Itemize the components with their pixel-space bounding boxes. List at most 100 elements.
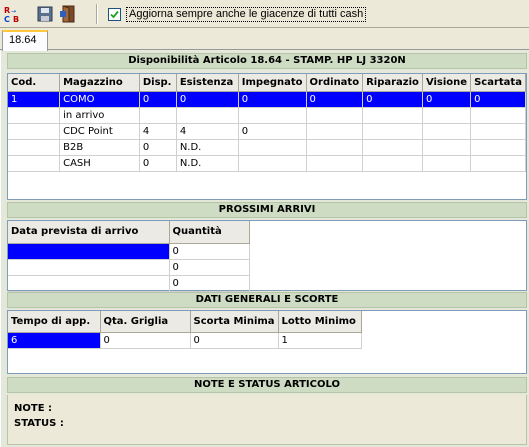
- col-header[interactable]: Visione: [422, 74, 472, 92]
- cell[interactable]: 0: [139, 155, 177, 172]
- col-header[interactable]: Impegnato: [238, 74, 307, 92]
- cell[interactable]: 0: [176, 91, 239, 108]
- col-header[interactable]: Tempo di app.: [8, 311, 101, 333]
- cell[interactable]: [362, 107, 423, 124]
- cell[interactable]: 0: [169, 259, 250, 276]
- note-area: NOTE : STATUS :: [7, 395, 527, 445]
- table-row[interactable]: CASH 0 N.D.: [8, 155, 526, 172]
- arrivi-header-row: Data prevista di arrivo Quantità: [8, 221, 250, 244]
- cell[interactable]: 0: [470, 91, 526, 108]
- cell[interactable]: [362, 139, 423, 156]
- cell[interactable]: 1: [278, 332, 362, 349]
- cell[interactable]: 0: [139, 139, 177, 156]
- cell[interactable]: 0: [422, 91, 472, 108]
- toolbar: R → C B Aggiorna sempre anche le giacenz…: [0, 0, 529, 28]
- scorte-grid[interactable]: Tempo di app. Qta. Griglia Scorta Minima…: [7, 310, 527, 374]
- cell[interactable]: 4: [139, 123, 177, 140]
- table-row[interactable]: 6 0 0 1: [8, 332, 362, 349]
- cell[interactable]: [8, 275, 170, 292]
- col-header[interactable]: Ordinato: [306, 74, 364, 92]
- svg-text:B: B: [13, 15, 19, 24]
- cell[interactable]: [238, 139, 307, 156]
- aggiorna-checkbox[interactable]: [108, 8, 121, 21]
- table-row[interactable]: in arrivo: [8, 107, 526, 124]
- cell[interactable]: [8, 123, 61, 140]
- scorte-header-row: Tempo di app. Qta. Griglia Scorta Minima…: [8, 311, 362, 333]
- exit-door-icon: [60, 5, 75, 23]
- cell[interactable]: [238, 107, 307, 124]
- cell[interactable]: [8, 243, 170, 260]
- col-header[interactable]: Lotto Minimo: [278, 311, 362, 333]
- cell[interactable]: [470, 139, 526, 156]
- table-row[interactable]: 0: [8, 259, 250, 276]
- cell[interactable]: 0: [169, 243, 250, 260]
- disponibilita-header-row: Cod. Magazzino Disp. Esistenza Impegnato…: [8, 74, 526, 92]
- cell[interactable]: 0: [306, 91, 364, 108]
- cell[interactable]: 0: [139, 91, 177, 108]
- cell[interactable]: [306, 155, 364, 172]
- tab-strip: 18.64: [0, 29, 529, 51]
- cell[interactable]: [422, 155, 472, 172]
- cell[interactable]: 0: [190, 332, 279, 349]
- col-header[interactable]: Scartata: [470, 74, 526, 92]
- cell[interactable]: 0: [169, 275, 250, 292]
- col-header[interactable]: Riparazio: [362, 74, 423, 92]
- cell[interactable]: N.D.: [176, 139, 239, 156]
- cell[interactable]: N.D.: [176, 155, 239, 172]
- cell[interactable]: CASH: [59, 155, 140, 172]
- cell[interactable]: B2B: [59, 139, 140, 156]
- arrivi-grid[interactable]: Data prevista di arrivo Quantità 0 0 0: [7, 220, 527, 292]
- cell[interactable]: [8, 155, 61, 172]
- cell[interactable]: [422, 123, 472, 140]
- disponibilita-grid[interactable]: Cod. Magazzino Disp. Esistenza Impegnato…: [7, 73, 527, 200]
- cell[interactable]: [422, 107, 472, 124]
- cell[interactable]: 0: [238, 123, 307, 140]
- svg-text:R: R: [4, 6, 10, 15]
- cell[interactable]: 0: [100, 332, 191, 349]
- cell[interactable]: 1: [8, 91, 61, 108]
- cell[interactable]: [422, 139, 472, 156]
- aggiorna-checkbox-row[interactable]: Aggiorna sempre anche le giacenze di tut…: [108, 7, 367, 22]
- cell[interactable]: COMO: [59, 91, 140, 108]
- table-row[interactable]: B2B 0 N.D.: [8, 139, 526, 156]
- cell[interactable]: [470, 123, 526, 140]
- col-header[interactable]: Magazzino: [59, 74, 140, 92]
- cell[interactable]: [362, 155, 423, 172]
- cell[interactable]: [306, 139, 364, 156]
- table-row[interactable]: 0: [8, 275, 250, 292]
- save-button[interactable]: [35, 4, 55, 24]
- cell[interactable]: [362, 123, 423, 140]
- cell[interactable]: [8, 107, 61, 124]
- table-row[interactable]: CDC Point 4 4 0: [8, 123, 526, 140]
- cell[interactable]: [306, 107, 364, 124]
- cell[interactable]: [139, 107, 177, 124]
- col-header[interactable]: Cod.: [8, 74, 61, 92]
- cell[interactable]: CDC Point: [59, 123, 140, 140]
- exit-button[interactable]: [58, 4, 78, 24]
- col-header[interactable]: Disp.: [139, 74, 177, 92]
- cell[interactable]: [238, 155, 307, 172]
- cell[interactable]: [8, 259, 170, 276]
- table-row[interactable]: 0: [8, 243, 250, 260]
- cell[interactable]: [306, 123, 364, 140]
- rcb-logo-button[interactable]: R → C B: [3, 4, 23, 24]
- cell[interactable]: [470, 107, 526, 124]
- cell[interactable]: [176, 107, 239, 124]
- col-header[interactable]: Quantità: [169, 221, 250, 244]
- tab-article[interactable]: 18.64: [2, 30, 48, 51]
- col-header[interactable]: Esistenza: [176, 74, 239, 92]
- col-header[interactable]: Qta. Griglia: [100, 311, 191, 333]
- cell[interactable]: [470, 155, 526, 172]
- svg-text:C: C: [4, 15, 10, 24]
- svg-text:→: →: [11, 8, 16, 15]
- table-row[interactable]: 1 COMO 0 0 0 0 0 0 0: [8, 91, 526, 108]
- aggiorna-checkbox-label[interactable]: Aggiorna sempre anche le giacenze di tut…: [126, 7, 367, 22]
- cell[interactable]: in arrivo: [59, 107, 140, 124]
- cell[interactable]: [8, 139, 61, 156]
- col-header[interactable]: Data prevista di arrivo: [8, 221, 170, 244]
- cell[interactable]: 0: [362, 91, 423, 108]
- col-header[interactable]: Scorta Minima: [190, 311, 279, 333]
- cell[interactable]: 0: [238, 91, 307, 108]
- cell[interactable]: 4: [176, 123, 239, 140]
- cell[interactable]: 6: [8, 332, 101, 349]
